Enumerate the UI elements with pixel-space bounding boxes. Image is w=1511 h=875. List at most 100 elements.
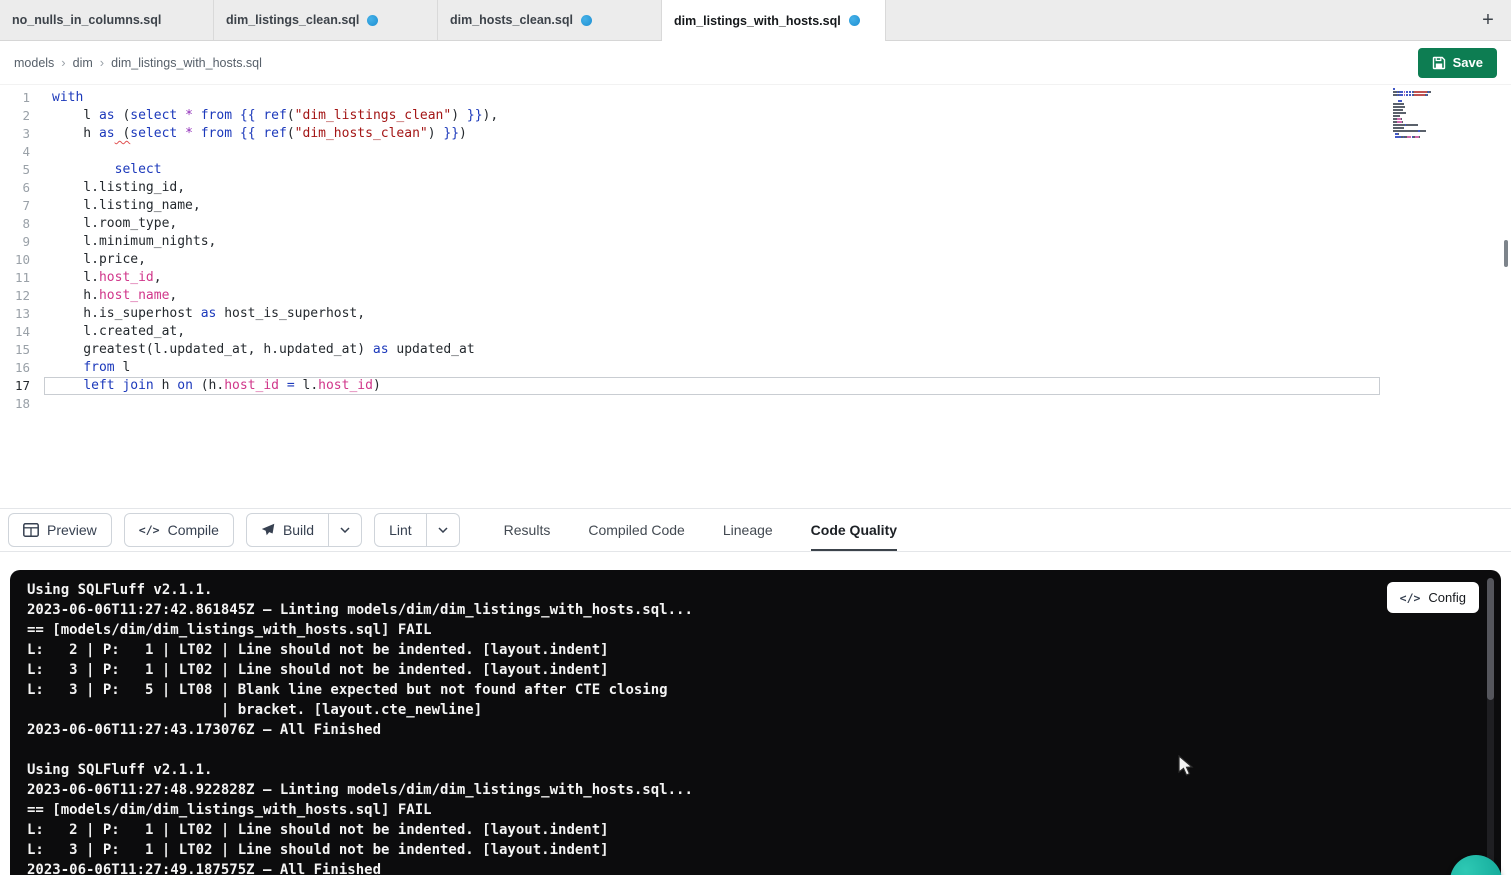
minimap-line [1393, 91, 1465, 93]
code-token: }} [443, 126, 459, 141]
code-line[interactable]: l.host_id, [52, 269, 1371, 287]
code-token: ) [451, 108, 467, 123]
code-line[interactable]: greatest(l.updated_at, h.updated_at) as … [52, 341, 1371, 359]
code-token: host_is_superhost, [216, 306, 365, 321]
code-line[interactable]: l.created_at, [52, 323, 1371, 341]
code-token: l.price, [52, 252, 146, 267]
editor-tab[interactable]: dim_listings_clean.sql [214, 0, 438, 40]
breadcrumb-item[interactable]: dim [73, 56, 93, 70]
code-token: l.listing_name, [52, 198, 201, 213]
terminal-scrollbar[interactable] [1487, 578, 1494, 875]
code-token: host_id [224, 378, 279, 393]
lint-options-button[interactable] [427, 513, 460, 547]
terminal-line: L: 2 | P: 1 | LT02 | Line should not be … [27, 640, 1461, 660]
editor-scrollbar-thumb[interactable] [1504, 240, 1508, 267]
terminal-line: Using SQLFluff v2.1.1. [27, 580, 1461, 600]
breadcrumb-item[interactable]: models [14, 56, 54, 70]
chevron-down-icon [438, 527, 448, 533]
preview-button[interactable]: Preview [8, 513, 112, 547]
lint-button[interactable]: Lint [374, 513, 427, 547]
line-number: 4 [0, 143, 30, 161]
new-tab-button[interactable]: + [1475, 7, 1501, 33]
code-line[interactable]: left join h on (h.host_id = l.host_id) [52, 377, 1371, 395]
code-editor[interactable]: 123456789101112131415161718 with l as (s… [0, 85, 1511, 509]
code-line[interactable]: from l [52, 359, 1371, 377]
code-line[interactable]: l.price, [52, 251, 1371, 269]
line-number: 2 [0, 107, 30, 125]
code-token: l.created_at, [52, 324, 185, 339]
code-token [193, 126, 201, 141]
code-line[interactable]: l.listing_name, [52, 197, 1371, 215]
editor-tab[interactable]: dim_hosts_clean.sql [438, 0, 662, 40]
preview-button-label: Preview [47, 522, 97, 538]
compile-button[interactable]: </> Compile [124, 513, 234, 547]
line-number: 3 [0, 125, 30, 143]
minimap-line [1393, 118, 1465, 120]
code-token: l.room_type, [52, 216, 177, 231]
code-line[interactable]: with [52, 89, 1371, 107]
code-line[interactable]: h as (select * from {{ ref("dim_hosts_cl… [52, 125, 1371, 143]
code-line[interactable] [52, 395, 1371, 413]
code-token: h [154, 378, 177, 393]
code-line[interactable]: l.minimum_nights, [52, 233, 1371, 251]
code-line[interactable] [52, 143, 1371, 161]
code-token: h. [52, 288, 99, 303]
compile-button-label: Compile [168, 522, 219, 538]
code-line[interactable]: select [52, 161, 1371, 179]
editor-tab[interactable]: no_nulls_in_columns.sql [0, 0, 214, 40]
preview-table-icon [23, 523, 39, 537]
code-line[interactable]: l.listing_id, [52, 179, 1371, 197]
code-token: as [99, 126, 115, 141]
tab-label: dim_listings_clean.sql [226, 13, 359, 27]
code-token: updated_at [389, 342, 475, 357]
code-token [232, 126, 240, 141]
code-token: ( [115, 126, 131, 141]
minimap[interactable] [1393, 88, 1465, 142]
code-token: from [201, 126, 232, 141]
code-token: select [130, 126, 177, 141]
editor-tab[interactable]: dim_listings_with_hosts.sql [662, 0, 886, 41]
code-line[interactable]: h.host_name, [52, 287, 1371, 305]
minimap-line [1393, 139, 1465, 141]
panel-tab-compiled-code[interactable]: Compiled Code [588, 509, 685, 551]
code-token: "dim_listings_clean" [295, 108, 452, 123]
code-line[interactable]: l.room_type, [52, 215, 1371, 233]
code-token: {{ [240, 126, 256, 141]
terminal-scrollbar-thumb[interactable] [1487, 578, 1494, 700]
code-token: greatest(l.updated_at, h.updated_at) [52, 342, 373, 357]
breadcrumb: models›dim›dim_listings_with_hosts.sql [14, 55, 262, 70]
code-token: from [83, 360, 114, 375]
terminal-line: == [models/dim/dim_listings_with_hosts.s… [27, 620, 1461, 640]
code-token: l.minimum_nights, [52, 234, 216, 249]
code-token [52, 378, 83, 393]
minimap-line [1393, 124, 1465, 126]
code-line[interactable]: h.is_superhost as host_is_superhost, [52, 305, 1371, 323]
save-button[interactable]: Save [1418, 48, 1497, 78]
build-button[interactable]: Build [246, 513, 329, 547]
code-token: * [185, 108, 193, 123]
code-token: ( [115, 108, 131, 123]
build-options-button[interactable] [329, 513, 362, 547]
code-token: on [177, 378, 193, 393]
code-token: ) [373, 378, 381, 393]
unsaved-indicator-icon [849, 15, 860, 26]
minimap-line [1393, 127, 1465, 129]
terminal-line: Using SQLFluff v2.1.1. [27, 760, 1461, 780]
panel-tab-lineage[interactable]: Lineage [723, 509, 773, 551]
dbt-ide-window: no_nulls_in_columns.sql dim_listings_clea… [0, 0, 1511, 875]
code-token: "dim_hosts_clean" [295, 126, 428, 141]
terminal-line: L: 2 | P: 1 | LT02 | Line should not be … [27, 820, 1461, 840]
line-number: 8 [0, 215, 30, 233]
code-token: * [185, 126, 193, 141]
config-button[interactable]: </> Config [1387, 582, 1479, 613]
breadcrumb-bar: models›dim›dim_listings_with_hosts.sql S… [0, 41, 1511, 85]
code-token [279, 378, 287, 393]
code-line[interactable]: l as (select * from {{ ref("dim_listings… [52, 107, 1371, 125]
minimap-line [1393, 100, 1465, 102]
terminal-panel: Using SQLFluff v2.1.1.2023-06-06T11:27:4… [10, 570, 1501, 875]
line-number: 5 [0, 161, 30, 179]
chevron-down-icon [340, 527, 350, 533]
panel-tab-results[interactable]: Results [504, 509, 551, 551]
line-number: 10 [0, 251, 30, 269]
panel-tab-code-quality[interactable]: Code Quality [811, 509, 897, 551]
